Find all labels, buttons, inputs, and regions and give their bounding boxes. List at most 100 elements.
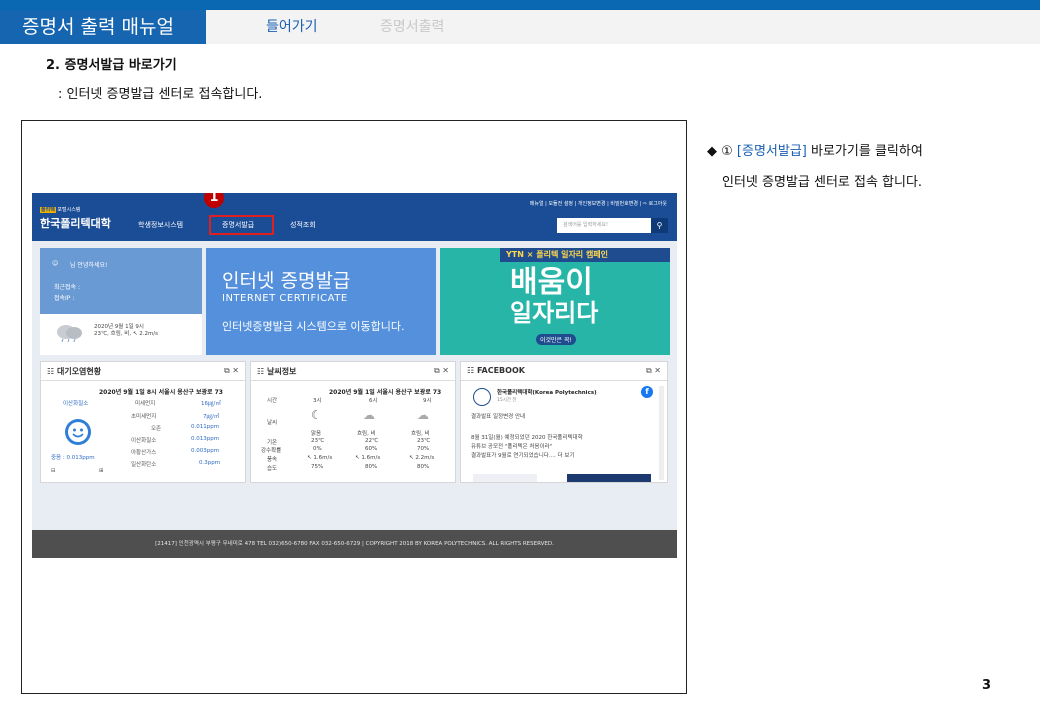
- row-wind: 풍속: [267, 457, 278, 463]
- site-logo[interactable]: 한국폴리텍대학: [40, 215, 111, 231]
- ytn-tag: 이것만은 꼭!: [536, 334, 576, 345]
- air-name-2: 초미세먼지: [131, 414, 157, 420]
- fb-thumb-1: [473, 474, 537, 482]
- menu-grades[interactable]: 성적조회: [290, 220, 316, 230]
- site-search-input[interactable]: 검색어를 입력하세요!: [557, 218, 651, 233]
- section-title: 2. 증명서발급 바로가기: [46, 58, 177, 73]
- cloud-icon: ☁: [417, 408, 429, 422]
- nav-print-link[interactable]: 증명서출력: [380, 10, 444, 44]
- air-value-2: 7㎍/㎥: [203, 414, 220, 420]
- air-name-3: 오존: [151, 426, 162, 432]
- divider: [461, 380, 667, 381]
- menu-student-info[interactable]: 학생정보시스템: [138, 220, 183, 230]
- divider: [251, 380, 455, 381]
- fb-post-line2: 유튜브 공모전 "폴리텍은 처음이라": [471, 444, 553, 450]
- ytn-headline-1: 배움이: [510, 265, 593, 300]
- air-quality-widget: ☷ 대기오염현황 ⧉ ✕ 2020년 9월 1일 8시 서울시 용산구 보광로 …: [40, 361, 246, 483]
- college-avatar: [473, 388, 491, 406]
- air-summary: 중음 : 0.013ppm: [51, 455, 95, 461]
- w-9-temp: 23℃: [417, 438, 431, 444]
- time-9: 9시: [423, 398, 432, 404]
- w-3-temp: 23℃: [311, 438, 325, 444]
- instruction-line-2: 인터넷 증명발급 센터로 접속 합니다.: [722, 175, 923, 190]
- ytn-bar: YTN × 폴리텍 일자리 캠페인: [500, 248, 670, 262]
- air-station: 이산화질소: [63, 401, 89, 407]
- time-header: 시간: [267, 398, 278, 404]
- fb-post-line3[interactable]: 결과발표가 9월로 연기되었습니다.... 더 보기: [471, 451, 575, 459]
- instruction-line-1: ◆ ① [증명서발급] 바로가기를 클릭하여: [707, 140, 923, 159]
- air-name-5: 아황산가스: [131, 450, 157, 456]
- w-3-sky: 맑음: [311, 431, 322, 437]
- manual-page: 증명서 출력 매뉴얼 들어가기 증명서출력 2. 증명서발급 바로가기 : 인터…: [0, 0, 1040, 720]
- fb-time: 15시간 전: [497, 398, 517, 403]
- widget-close-icon[interactable]: ⧉ ✕: [224, 366, 239, 376]
- instruction-link-label: [증명서발급]: [736, 144, 807, 159]
- logo-tagline: 폴리텍 포털시스템: [40, 207, 81, 213]
- login-info: ☺ 님 안녕하세요! 최근접속 : 접속IP :: [40, 248, 202, 314]
- instruction-suffix: 바로가기를 클릭하여: [806, 144, 923, 159]
- fb-post-line1: 8월 31일(월) 예정되었던 2020 한국폴리텍대학: [471, 435, 583, 441]
- ytn-headline: 배움이 일자리다: [510, 268, 598, 328]
- w-3-wind: ↖ 1.6m/s: [307, 455, 333, 461]
- last-access-label: 최근접속 :: [54, 284, 81, 291]
- weather-title: ☷ 날씨정보: [257, 367, 297, 376]
- utility-links[interactable]: 메뉴얼 | 모듈전 설정 | 개인정보변경 | 비밀번호변경 | ⇨ 로그아웃: [530, 200, 667, 207]
- w-6-wind: ↖ 1.6m/s: [355, 455, 381, 461]
- moon-icon: ☾: [311, 408, 322, 422]
- fb-page-name[interactable]: 한국폴리텍대학(Korea Polytechnics): [497, 388, 597, 396]
- cert-desc: 인터넷증명발급 시스템으로 이동합니다.: [222, 320, 405, 333]
- nav-enter-link[interactable]: 들어가기: [266, 10, 318, 44]
- air-name-6: 일산화탄소: [131, 462, 157, 468]
- user-icon: ☺: [52, 260, 59, 267]
- w-6-temp: 22℃: [365, 438, 379, 444]
- facebook-widget: ☷ FACEBOOK ⧉ ✕ 한국폴리텍대학(Korea Polytechnic…: [460, 361, 668, 483]
- row-precip: 강수확률: [261, 448, 282, 454]
- ytn-campaign-banner[interactable]: YTN × 폴리텍 일자리 캠페인 배움이 일자리다 이것만은 꼭!: [440, 248, 670, 355]
- w-6-humidity: 80%: [365, 464, 378, 470]
- w-6-sky: 흐림, 비: [357, 431, 376, 437]
- widget-close-icon[interactable]: ⧉ ✕: [646, 366, 661, 376]
- document-title: 증명서 출력 매뉴얼: [0, 10, 206, 44]
- search-icon[interactable]: ⚲: [651, 218, 668, 233]
- divider: [41, 380, 245, 381]
- page-number: 3: [982, 678, 992, 693]
- fb-post-title: 결과발표 일정변경 안내: [471, 414, 526, 420]
- widget-close-icon[interactable]: ⧉ ✕: [434, 366, 449, 376]
- w-9-precip: 70%: [417, 446, 430, 452]
- air-value-3: 0.011ppm: [191, 424, 220, 430]
- time-6: 6시: [369, 398, 378, 404]
- internet-certificate-banner[interactable]: 인터넷 증명발급 INTERNET CERTIFICATE 인터넷증명발급 시스…: [206, 248, 436, 355]
- facebook-title: ☷ FACEBOOK: [467, 366, 525, 375]
- top-accent-strip: [0, 0, 1040, 10]
- certificate-highlight-box: [209, 215, 274, 235]
- weather-widget: ☷ 날씨정보 ⧉ ✕ 2020년 9월 1일 서울시 용산구 보광로 73 시간…: [250, 361, 456, 483]
- site-header: 폴리텍 포털시스템 한국폴리텍대학 학생정보시스템 증명서발급 성적조회 메뉴얼…: [32, 193, 677, 241]
- weather-date: 2020년 9월 1일 9시: [94, 324, 144, 330]
- row-weather: 날씨: [267, 420, 278, 426]
- w-9-sky: 흐림, 비: [411, 431, 430, 437]
- ytn-headline-2: 일자리다: [510, 299, 599, 327]
- time-3: 3시: [313, 398, 322, 404]
- facebook-icon[interactable]: f: [641, 386, 653, 398]
- w-9-wind: ↖ 2.2m/s: [409, 455, 435, 461]
- cert-english: INTERNET CERTIFICATE: [222, 293, 348, 304]
- greeting-text: 님 안녕하세요!: [70, 262, 108, 269]
- cert-title: 인터넷 증명발급: [222, 270, 351, 292]
- site-footer: [21417] 인천광역시 부평구 무네미로 478 TEL 032)650-6…: [32, 530, 677, 558]
- fb-scrollbar[interactable]: [659, 386, 664, 480]
- zoom-out-icon[interactable]: ⊟: [51, 468, 56, 474]
- zoom-in-icon[interactable]: ⊞: [99, 468, 104, 474]
- screenshot-frame: 폴리텍 포털시스템 한국폴리텍대학 학생정보시스템 증명서발급 성적조회 메뉴얼…: [21, 120, 687, 694]
- air-name-4: 이산화질소: [131, 438, 157, 444]
- air-caption: 2020년 9월 1일 8시 서울시 용산구 보광로 73: [99, 389, 223, 396]
- w-9-humidity: 80%: [417, 464, 430, 470]
- air-value-4: 0.013ppm: [191, 436, 220, 442]
- access-ip-label: 접속IP :: [54, 295, 75, 302]
- air-value-5: 0.003ppm: [191, 448, 220, 454]
- air-value-1: 16㎍/㎥: [201, 401, 221, 407]
- instruction-prefix: ◆ ①: [707, 144, 737, 159]
- weather-summary: 2020년 9월 1일 9시 23℃, 흐림, 비, ↖ 2.2m/s: [94, 324, 158, 338]
- cloud-icon: ☁: [363, 408, 375, 422]
- rain-cloud-icon: [57, 325, 82, 342]
- air-name-1: 미세먼지: [135, 401, 156, 407]
